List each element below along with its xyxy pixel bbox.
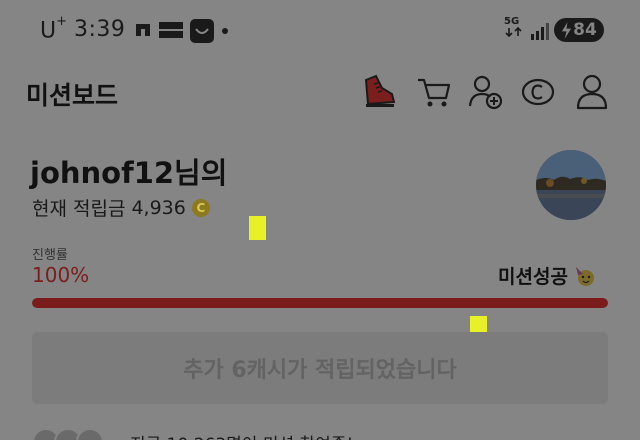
app-header: 미션보드 [0, 62, 640, 124]
coin-icon: C [191, 198, 210, 217]
battery-level: 84 [573, 20, 597, 40]
reward-message-box[interactable]: 추가 6캐시가 적립되었습니다 [32, 332, 608, 404]
progress-bar [32, 298, 608, 308]
participants-text: 지금 10,263명이 미션 참여중! [130, 430, 353, 440]
reward-message: 추가 6캐시가 적립되었습니다 [183, 358, 457, 383]
page-title: 미션보드 [26, 81, 119, 110]
network-label: 5G [504, 16, 520, 27]
progress-label: 진행률 [32, 248, 68, 263]
coupang-icon [190, 19, 214, 43]
points-label: 현재 적립금 [32, 198, 126, 220]
charging-bolt-icon [562, 21, 572, 39]
avatar[interactable] [536, 150, 606, 220]
party-face-icon [575, 266, 594, 286]
user-name: johnof12님의 [30, 156, 228, 190]
progress-bar-fill [32, 298, 608, 308]
cashfeed-icon [158, 21, 184, 45]
status-time: 3:39 [74, 17, 126, 42]
profile-icon[interactable] [572, 72, 612, 112]
status-bar: U+ 3:39 5G 84 [0, 0, 640, 62]
participant-avatar [76, 428, 104, 440]
mission-success-label: 미션성공 [498, 266, 568, 288]
participants-row: 지금 10,263명이 미션 참여중! [32, 422, 608, 440]
shoe-icon[interactable] [358, 72, 398, 112]
points-value: 4,936 [131, 196, 186, 219]
notification-dot-icon [222, 28, 228, 34]
network-icon: 5G [504, 16, 526, 40]
points-summary: 현재 적립금 4,936 C [32, 194, 210, 221]
highlight-marker [249, 216, 266, 240]
progress-value: 100% [32, 263, 90, 287]
cash-coin-icon[interactable] [518, 72, 558, 112]
battery-indicator: 84 [554, 18, 604, 42]
cart-icon[interactable] [414, 72, 454, 112]
mission-success: 미션성공 [498, 262, 596, 289]
home-app-icon [134, 18, 152, 42]
carrier-label: U+ [40, 14, 68, 44]
add-friend-icon[interactable] [466, 72, 506, 112]
signal-icon [530, 22, 550, 40]
